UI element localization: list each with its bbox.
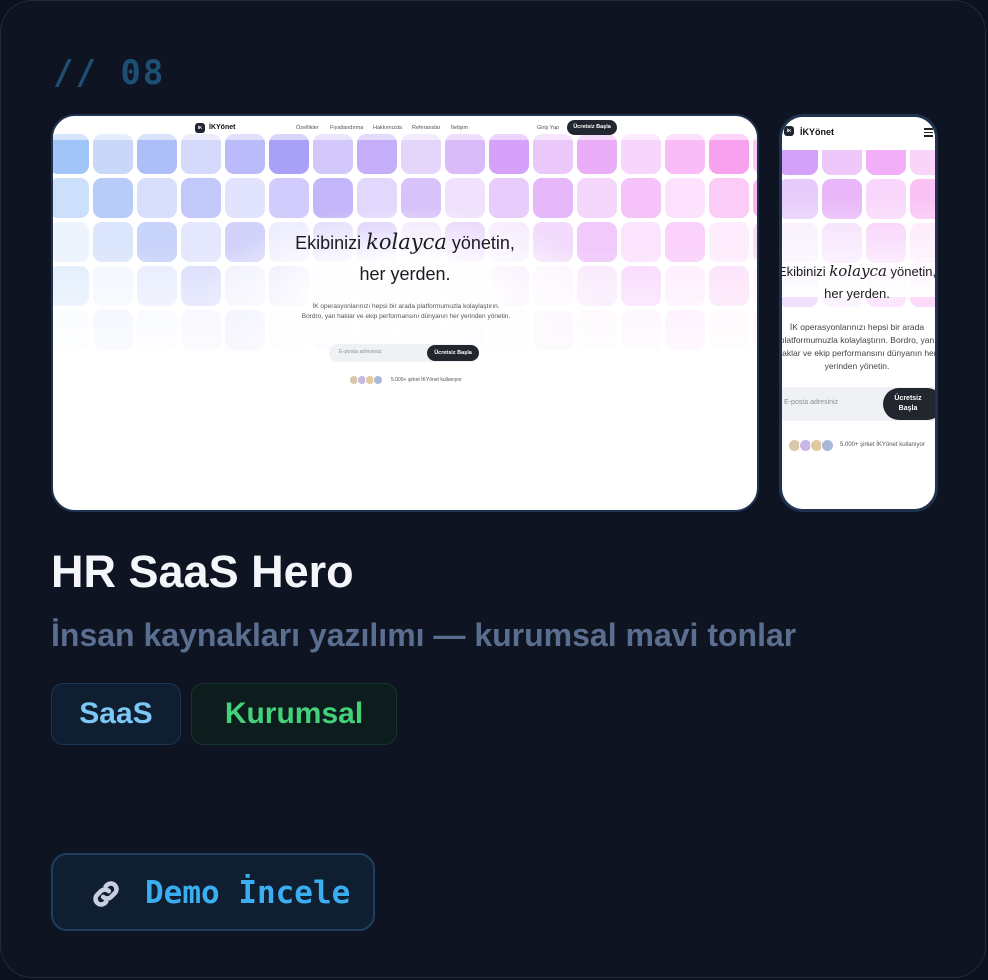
- mosaic-tile: [93, 178, 133, 218]
- mosaic-tile: [489, 134, 529, 174]
- mosaic-tile: [577, 134, 617, 174]
- mosaic-tile: [709, 134, 749, 174]
- mosaic-tile: [137, 134, 177, 174]
- mosaic-tile: [665, 134, 705, 174]
- brand-name: İKYönet: [209, 124, 236, 131]
- mobile-social-proof-text: 5.000+ şirket İKYönet kullanıyor: [840, 442, 925, 448]
- hero-headline-line2: her yerden.: [359, 264, 451, 284]
- demo-button-label: Demo İncele: [145, 875, 351, 911]
- mobile-hero-description: İK operasyonlarınızı hepsi bir arada pla…: [779, 322, 937, 371]
- mosaic-tile: [53, 134, 89, 174]
- mobile-navbar: İK İKYönet: [782, 117, 935, 150]
- mosaic-tile: [753, 178, 757, 218]
- project-index: // 08: [53, 53, 166, 93]
- mosaic-tile: [709, 178, 749, 218]
- project-title: HR SaaS Hero: [51, 546, 354, 597]
- mobile-cta-button[interactable]: Ücretsiz Başla: [883, 388, 935, 420]
- hamburger-menu-icon[interactable]: [924, 128, 933, 139]
- nav-link-references[interactable]: Referanslar: [412, 125, 440, 131]
- nav-cta-button[interactable]: Ücretsiz Başla: [567, 120, 617, 135]
- mosaic-tile: [357, 134, 397, 174]
- tag-saas: SaaS: [51, 683, 181, 745]
- nav-link-contact[interactable]: İletişim: [451, 125, 468, 131]
- mosaic-tile: [53, 178, 89, 218]
- nav-link-about[interactable]: Hakkımızda: [373, 125, 402, 131]
- brand-logo-icon: İK: [195, 123, 205, 133]
- desktop-preview: İK İKYönet Özellikler Fiyatlandırma Hakk…: [51, 114, 759, 512]
- brand-name: İKYönet: [800, 127, 835, 137]
- mosaic-tile: [621, 134, 661, 174]
- mosaic-tile: [445, 134, 485, 174]
- mosaic-tile: [533, 134, 573, 174]
- mosaic-tile: [225, 134, 265, 174]
- mosaic-tile: [621, 178, 661, 218]
- project-subtitle: İnsan kaynakları yazılımı — kurumsal mav…: [51, 617, 797, 653]
- brand-logo-icon: İK: [784, 126, 794, 136]
- hero-cta-button[interactable]: Ücretsiz Başla: [427, 345, 479, 361]
- nav-link-features[interactable]: Özellikler: [296, 125, 319, 131]
- tag-kurumsal: Kurumsal: [191, 683, 397, 745]
- hero-description: İK operasyonlarınızı hepsi bir arada pla…: [301, 303, 511, 320]
- mobile-preview: İK İKYönet Ekibinizi kolayca yönetin, he…: [779, 114, 938, 512]
- user-avatars: [349, 375, 383, 385]
- nav-link-pricing[interactable]: Fiyatlandırma: [330, 125, 363, 131]
- login-link[interactable]: Giriş Yap: [537, 125, 559, 131]
- mosaic-tile: [137, 178, 177, 218]
- hero-headline: Ekibinizi kolayca yönetin,: [295, 230, 515, 254]
- mobile-hero-headline: Ekibinizi kolayca yönetin,: [779, 262, 937, 280]
- link-icon: [93, 881, 119, 907]
- mosaic-tile: [269, 134, 309, 174]
- social-proof-text: 5.000+ şirket İKYönet kullanıyor: [391, 377, 462, 383]
- mosaic-tile: [313, 134, 353, 174]
- project-card: // 08 İK İKYönet Özellikler Fiyatlandırm…: [0, 0, 986, 978]
- demo-button[interactable]: Demo İncele: [51, 853, 375, 931]
- mosaic-tile: [181, 134, 221, 174]
- mosaic-tile: [93, 134, 133, 174]
- mosaic-tile: [665, 178, 705, 218]
- mobile-hero-headline-line2: her yerden.: [824, 286, 890, 301]
- mobile-user-avatars: [788, 439, 834, 452]
- preview-navbar: İK İKYönet Özellikler Fiyatlandırma Hakk…: [53, 116, 757, 140]
- mosaic-tile: [401, 134, 441, 174]
- mosaic-tile: [753, 134, 757, 174]
